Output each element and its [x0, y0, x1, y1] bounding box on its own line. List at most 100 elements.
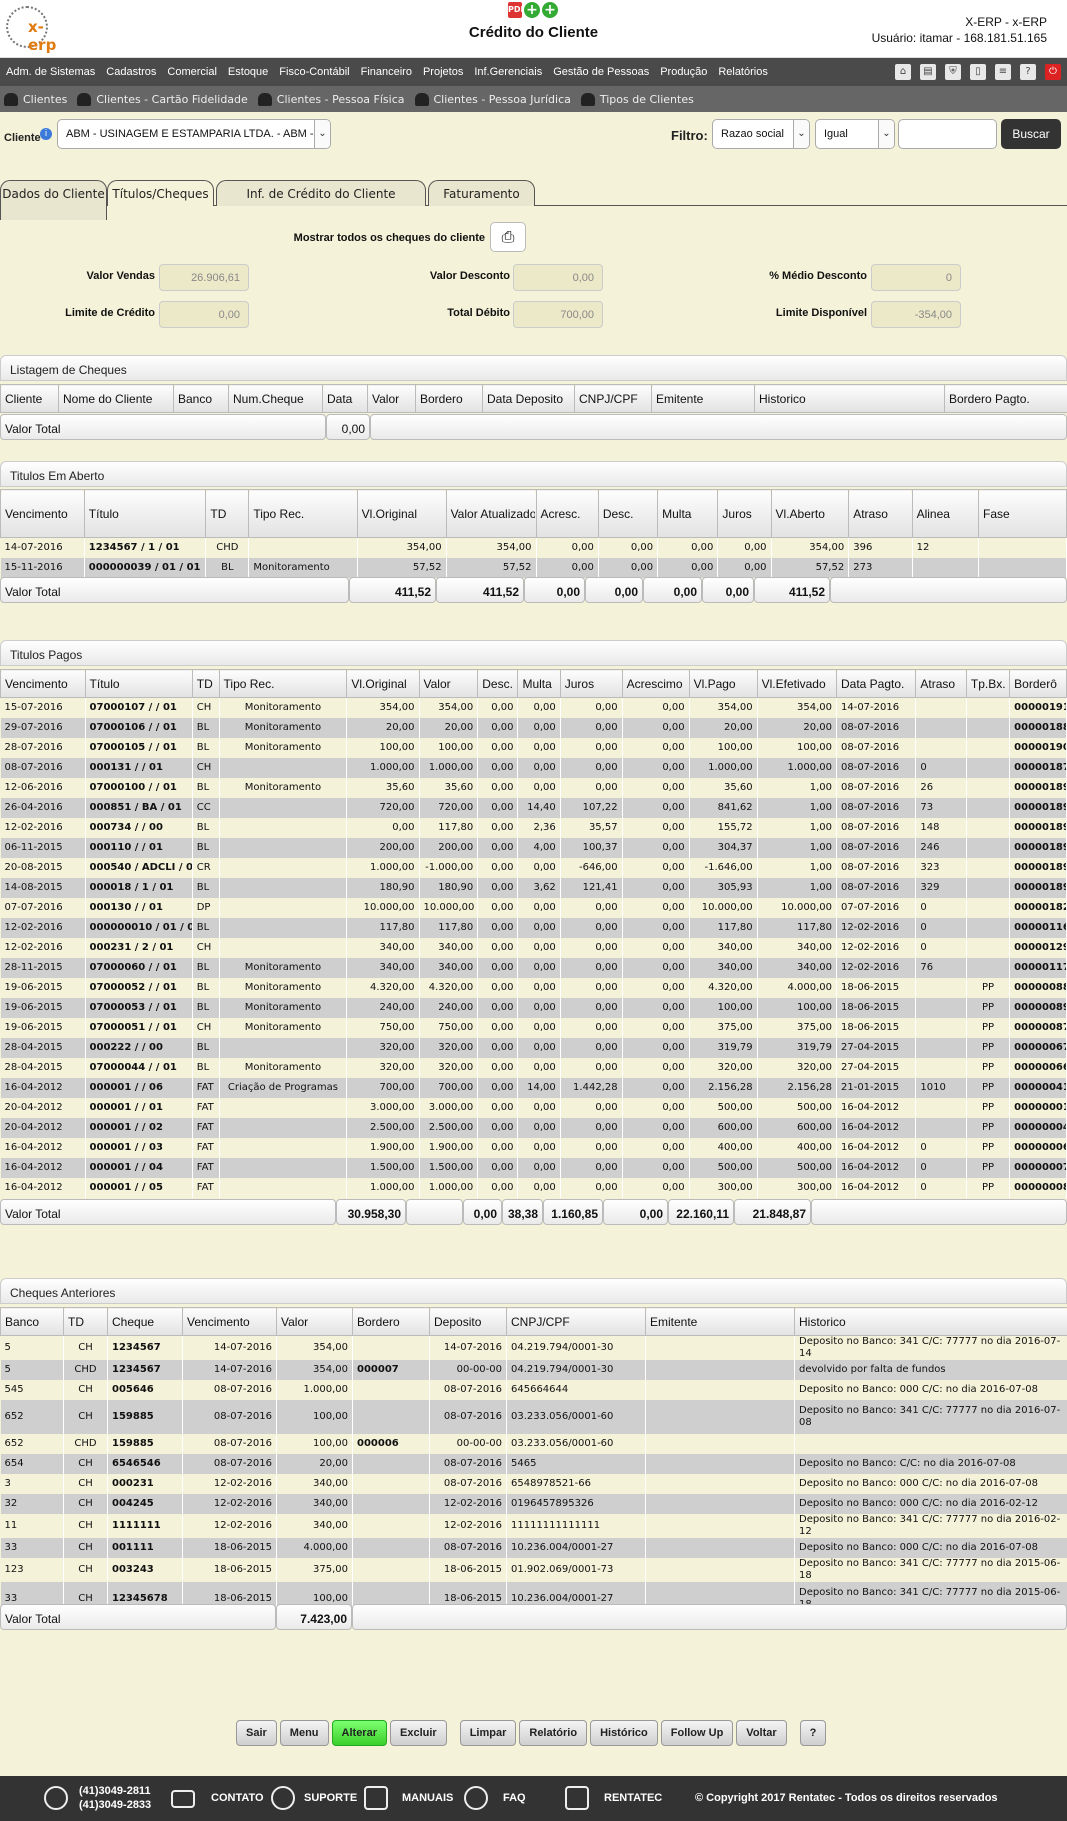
column-header[interactable]: Atraso — [915, 669, 967, 698]
action-button[interactable]: Sair — [236, 1720, 277, 1746]
column-header[interactable]: Vl.Pago — [688, 669, 758, 698]
logout-icon[interactable]: ⏻ — [1045, 64, 1061, 80]
table-row[interactable]: 28-04-2015 07000044 / / 01 BL Monitoramento… — [0, 1057, 1067, 1078]
action-button[interactable]: Voltar — [736, 1720, 787, 1746]
column-header[interactable]: Tipo Rec. — [248, 489, 358, 538]
table-row[interactable]: 16-04-2012 000001 / / 05 FAT 1.000,00 1.000,… — [0, 1177, 1067, 1198]
filter-field-select[interactable]: Razao social ⌄ — [712, 119, 810, 149]
table-row[interactable]: 545 CH 005646 08-07-2016 1.000,00 08-07-2016 6… — [0, 1380, 1067, 1400]
shield-icon[interactable]: ⛨ — [945, 64, 961, 80]
table-row[interactable]: 20-04-2012 000001 / / 01 FAT 3.000,00 3.000,… — [0, 1097, 1067, 1118]
table-row[interactable]: 123 CH 003243 18-06-2015 375,00 18-06-2015 01.… — [0, 1558, 1067, 1582]
table-row[interactable]: 15-07-2016 07000107 / / 01 CH Monitoramento… — [0, 697, 1067, 718]
menu-item[interactable]: Projetos — [423, 66, 463, 78]
submenu-item[interactable]: Clientes - Pessoa Física — [257, 92, 405, 106]
tab-titulos-cheques[interactable]: Títulos/Cheques — [107, 180, 214, 206]
column-header[interactable]: Acresc. — [535, 489, 599, 538]
column-header[interactable]: Vl.Aberto — [770, 489, 850, 538]
table-row[interactable]: 19-06-2015 07000053 / / 01 BL Monitoramento… — [0, 997, 1067, 1018]
table-row[interactable]: 12-02-2016 000231 / 2 / 01 CH 340,00 340,00 0… — [0, 937, 1067, 958]
table-row[interactable]: 652 CH 159885 08-07-2016 100,00 08-07-2016 03.… — [0, 1400, 1067, 1434]
table-row[interactable]: 20-04-2012 000001 / / 02 FAT 2.500,00 2.500,… — [0, 1117, 1067, 1138]
column-header[interactable]: CNPJ/CPF — [574, 384, 652, 413]
column-header[interactable]: Juros — [717, 489, 772, 538]
chevron-down-icon[interactable]: ⌄ — [793, 120, 809, 148]
client-select[interactable]: ABM - USINAGEM E ESTAMPARIA LTDA. - ABM … — [57, 119, 331, 149]
column-header[interactable]: Data Pagto. — [835, 669, 917, 698]
menu-item[interactable]: Inf.Gerenciais — [474, 66, 542, 78]
column-header[interactable]: Historico — [794, 1307, 1067, 1336]
faq-link[interactable]: FAQ — [503, 1792, 526, 1804]
table-row[interactable]: 12-02-2016 000000010 / 01 / 01 BL 117,80 117… — [0, 917, 1067, 938]
column-header[interactable]: Valor — [367, 384, 416, 413]
column-header[interactable]: Emitente — [651, 384, 755, 413]
column-header[interactable]: Juros — [559, 669, 623, 698]
column-header[interactable]: Bordero — [415, 384, 483, 413]
menu-item[interactable]: Comercial — [167, 66, 217, 78]
table-row[interactable]: 19-06-2015 07000052 / / 01 BL Monitoramento… — [0, 977, 1067, 998]
table-row[interactable]: 5 CH 1234567 14-07-2016 354,00 14-07-2016 04.2… — [0, 1335, 1067, 1360]
search-button[interactable]: Buscar — [1001, 119, 1061, 149]
filter-mode-select[interactable]: Igual ⌄ — [815, 119, 895, 149]
menu-item[interactable]: Adm. de Sistemas — [6, 66, 95, 78]
printer-icon[interactable]: ⎙ — [490, 222, 526, 252]
tab-faturamento[interactable]: Faturamento — [428, 180, 535, 206]
table-row[interactable]: 20-08-2015 000540 / ADCLI / 01 CR 1.000,00-… — [0, 857, 1067, 878]
menu-item[interactable]: Produção — [660, 66, 707, 78]
action-button[interactable]: ? — [799, 1720, 827, 1746]
table-row[interactable]: 28-11-2015 07000060 / / 01 BL Monitoramento… — [0, 957, 1067, 978]
action-button[interactable]: Follow Up — [660, 1720, 734, 1746]
column-header[interactable]: Desc. — [597, 489, 659, 538]
table-row[interactable]: 08-07-2016 000131 / / 01 CH 1.000,00 1.000,0… — [0, 757, 1067, 778]
column-header[interactable]: Bordero Pagto. — [944, 384, 1067, 413]
column-header[interactable]: Banco — [173, 384, 229, 413]
document-icon[interactable]: ▯ — [970, 64, 986, 80]
table-row[interactable]: 26-04-2016 000851 / BA / 01 CC 720,00 720,00… — [0, 797, 1067, 818]
menu-item[interactable]: Fisco-Contábil — [279, 66, 349, 78]
table-row[interactable]: 12-02-2016 000734 / / 00 BL 0,00 117,80 0,00 2… — [0, 817, 1067, 838]
manuais-link[interactable]: MANUAIS — [402, 1792, 453, 1804]
column-header[interactable]: Desc. — [477, 669, 519, 698]
submenu-item[interactable]: Clientes - Cartão Fidelidade — [77, 92, 248, 106]
column-header[interactable]: Vencimento — [182, 1307, 277, 1336]
column-header[interactable]: Data Deposito — [482, 384, 575, 413]
chevron-down-icon[interactable]: ⌄ — [314, 120, 330, 148]
suporte-link[interactable]: SUPORTE — [304, 1792, 357, 1804]
column-header[interactable]: Banco — [0, 1307, 64, 1336]
table-row[interactable]: 654 CH 6546546 08-07-2016 20,00 08-07-2016 546… — [0, 1454, 1067, 1474]
submenu-item[interactable]: Clientes - Pessoa Jurídica — [414, 92, 571, 106]
info-icon[interactable]: i — [40, 128, 52, 140]
rentatec-link[interactable]: RENTATEC — [604, 1792, 662, 1804]
menu-item[interactable]: Relatórios — [718, 66, 768, 78]
column-header[interactable]: Cheque — [107, 1307, 183, 1336]
action-button[interactable]: Histórico — [590, 1720, 658, 1746]
column-header[interactable]: Multa — [657, 489, 719, 538]
column-header[interactable]: Cliente — [0, 384, 59, 413]
column-header[interactable]: TD — [191, 669, 220, 698]
table-row[interactable]: 32 CH 004245 12-02-2016 340,00 12-02-2016 0196… — [0, 1494, 1067, 1514]
table-row[interactable]: 15-11-2016 000000039 / 01 / 01 BL Monitoram… — [0, 557, 1067, 578]
column-header[interactable]: Bordero — [352, 1307, 430, 1336]
column-header[interactable]: Emitente — [645, 1307, 795, 1336]
table-row[interactable]: 11 CH 1111111 12-02-2016 340,00 12-02-2016 111… — [0, 1514, 1067, 1538]
column-header[interactable]: Vencimento — [0, 669, 86, 698]
column-header[interactable]: Vl.Original — [346, 669, 420, 698]
column-header[interactable]: Valor Atualizado — [445, 489, 537, 538]
pdf-icon[interactable]: PDF — [508, 2, 526, 18]
action-button[interactable]: Alterar — [331, 1720, 387, 1746]
menu-item[interactable]: Financeiro — [361, 66, 412, 78]
table-row[interactable]: 29-07-2016 07000106 / / 01 BL Monitoramento… — [0, 717, 1067, 738]
filter-input[interactable] — [898, 119, 997, 149]
column-header[interactable]: Borderô — [1009, 669, 1067, 698]
column-header[interactable]: Valor — [276, 1307, 353, 1336]
submenu-item[interactable]: Clientes — [4, 92, 67, 106]
column-header[interactable]: CNPJ/CPF — [506, 1307, 646, 1336]
column-header[interactable]: Vencimento — [0, 489, 85, 538]
column-header[interactable]: Valor — [418, 669, 479, 698]
add-new-icon[interactable]: + — [542, 2, 558, 18]
table-row[interactable]: 33 CH 001111 18-06-2015 4.000,00 08-07-2016 10… — [0, 1538, 1067, 1558]
column-header[interactable]: Título — [83, 489, 207, 538]
table-row[interactable]: 14-08-2015 000018 / 1 / 01 BL 180,90 180,90 0… — [0, 877, 1067, 898]
add-icon[interactable]: + — [524, 2, 540, 18]
column-header[interactable]: Atraso — [848, 489, 913, 538]
